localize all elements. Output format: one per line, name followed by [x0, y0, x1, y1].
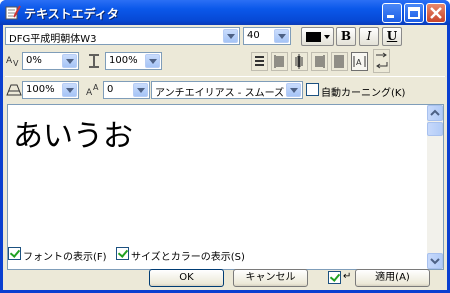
scale-value: 100% — [26, 84, 55, 95]
chevron-down-icon[interactable] — [62, 83, 77, 97]
align-center-icon — [295, 54, 303, 69]
align-left-button[interactable] — [271, 52, 288, 71]
svg-text:A: A — [93, 83, 99, 92]
color-swatch — [306, 32, 321, 42]
tracking-value: 0% — [26, 55, 42, 66]
chevron-down-icon[interactable] — [274, 29, 289, 43]
scale-icon — [6, 84, 22, 96]
justify-all-icon: A — [353, 56, 366, 67]
justify-all-button[interactable]: A — [351, 52, 368, 71]
align-center-button[interactable] — [291, 52, 308, 71]
chevron-down-icon[interactable] — [223, 29, 238, 43]
tracking-icon: A V — [6, 56, 19, 68]
align-right-button[interactable] — [311, 52, 328, 71]
svg-text:A: A — [356, 58, 362, 67]
minimize-icon — [387, 15, 394, 18]
line-spacing-icon — [89, 54, 99, 68]
apply-button[interactable]: 適用(A) — [355, 269, 430, 287]
divider — [5, 76, 445, 77]
app-window: テキストエディタ DFG平成明朝体W3 40 B I U A V 0% 100%… — [0, 0, 450, 293]
wrap-toggle-button[interactable] — [373, 49, 390, 73]
dialog-body: DFG平成明朝体W3 40 B I U A V 0% 100% A 100% A… — [3, 25, 447, 290]
title-bar[interactable]: テキストエディタ — [0, 0, 450, 25]
baseline-shift-icon: A A — [86, 83, 99, 97]
chevron-down-icon[interactable] — [133, 83, 148, 97]
justify-icon — [334, 55, 344, 68]
bold-button[interactable]: B — [336, 27, 356, 46]
text-editor-icon — [5, 5, 21, 20]
font-size-select[interactable]: 40 — [243, 27, 291, 45]
auto-apply-checkbox[interactable] — [328, 271, 341, 284]
chevron-down-icon[interactable] — [286, 83, 301, 97]
show-font-checkbox[interactable] — [8, 247, 21, 260]
chevron-down-icon[interactable] — [62, 54, 77, 68]
align-right-icon — [315, 55, 325, 68]
minimize-button[interactable] — [382, 3, 402, 23]
text-editor-area[interactable]: あいうお — [7, 104, 444, 270]
italic-button[interactable]: I — [359, 27, 379, 46]
svg-text:A: A — [6, 56, 13, 66]
editor-text[interactable]: あいうお — [13, 111, 133, 155]
scroll-up-button[interactable] — [427, 105, 443, 121]
tracking-select[interactable]: 0% — [22, 52, 79, 70]
scale-select[interactable]: 100% — [22, 81, 79, 99]
return-icon: ↵ — [343, 271, 352, 282]
chevron-down-icon — [430, 258, 440, 265]
justify-button[interactable] — [331, 52, 348, 71]
baseline-shift-value: 0 — [107, 84, 114, 95]
close-button[interactable] — [426, 3, 446, 23]
chevron-down-icon[interactable] — [145, 54, 160, 68]
antialias-value: アンチエイリアス - スムーズ — [155, 88, 285, 99]
text-color-button[interactable] — [301, 27, 334, 46]
chevron-up-icon — [430, 109, 440, 116]
maximize-button[interactable] — [404, 3, 424, 23]
font-size-value: 40 — [247, 30, 260, 41]
show-size-color-checkbox[interactable] — [116, 247, 129, 260]
vertical-scrollbar[interactable] — [427, 105, 443, 269]
close-icon — [430, 7, 442, 19]
cancel-button[interactable]: キャンセル — [233, 269, 308, 287]
auto-kerning-label: 自動カーニング(K) — [321, 88, 406, 99]
auto-kerning-checkbox[interactable] — [306, 83, 319, 96]
chevron-down-icon — [324, 35, 330, 39]
show-size-color-label: サイズとカラーの表示(S) — [131, 252, 245, 263]
svg-text:A: A — [86, 88, 93, 97]
window-title: テキストエディタ — [24, 7, 119, 21]
antialias-select[interactable]: アンチエイリアス - スムーズ — [151, 81, 303, 99]
baseline-shift-select[interactable]: 0 — [103, 81, 150, 99]
underline-button[interactable]: U — [382, 27, 402, 46]
line-spacing-select[interactable]: 100% — [105, 52, 162, 70]
text-direction-icon — [255, 56, 264, 66]
show-font-label: フォントの表示(F) — [23, 252, 107, 263]
font-family-value: DFG平成明朝体W3 — [9, 34, 97, 45]
ok-button[interactable]: OK — [149, 269, 224, 287]
scroll-down-button[interactable] — [427, 253, 443, 269]
font-family-select[interactable]: DFG平成明朝体W3 — [5, 27, 240, 45]
wrap-icon — [376, 52, 388, 69]
scroll-thumb[interactable] — [427, 122, 443, 136]
svg-text:V: V — [13, 59, 19, 68]
text-direction-button[interactable] — [251, 52, 268, 71]
maximize-icon — [408, 7, 420, 19]
align-left-icon — [274, 55, 284, 68]
line-spacing-value: 100% — [109, 55, 138, 66]
